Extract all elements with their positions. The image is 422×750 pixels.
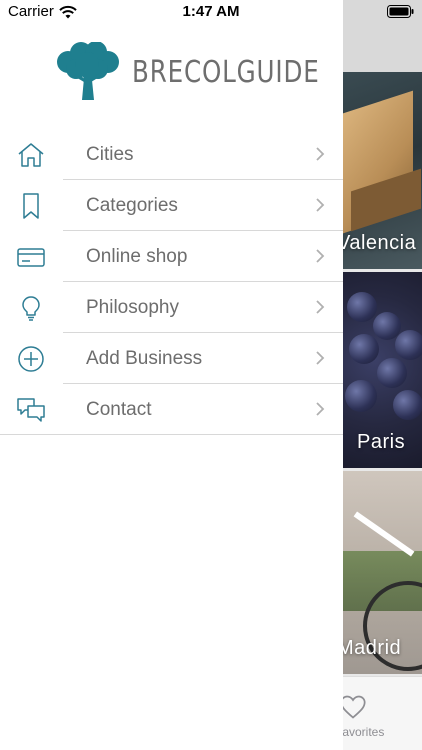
tab-bar: Favorites (335, 676, 422, 750)
home-icon (18, 143, 44, 167)
city-card-madrid[interactable]: Madrid (343, 471, 422, 674)
menu-item-label: Contact (86, 399, 152, 420)
chevron-right-icon (316, 198, 325, 212)
menu-item-online-shop[interactable]: Online shop (0, 231, 343, 282)
menu-item-cities[interactable]: Cities (0, 129, 343, 180)
menu-item-label: Philosophy (86, 297, 179, 318)
side-drawer: BRECOLGUIDE Cities Categories Online sho… (0, 0, 343, 750)
heart-icon[interactable] (339, 693, 367, 721)
grape-image (347, 292, 377, 322)
chevron-right-icon (316, 351, 325, 365)
grape-image (345, 380, 377, 412)
city-name: Paris (357, 431, 406, 453)
plus-circle-icon (18, 346, 44, 372)
brand-name: BRECOLGUIDE (132, 54, 320, 90)
chevron-right-icon (316, 402, 325, 416)
menu-item-label: Add Business (86, 348, 203, 369)
drawer-menu: Cities Categories Online shop Philosophy… (0, 129, 343, 435)
status-bar: Carrier 1:47 AM (0, 0, 422, 24)
menu-item-label: Categories (86, 195, 178, 216)
city-name: Valencia (343, 232, 417, 254)
divider (0, 434, 343, 435)
bookmark-icon (23, 193, 39, 219)
bicycle-frame-image (353, 511, 415, 557)
city-name: Madrid (343, 637, 402, 659)
chevron-right-icon (316, 147, 325, 161)
clock: 1:47 AM (182, 3, 240, 20)
grape-image (393, 390, 422, 420)
lightbulb-icon (22, 296, 40, 321)
chevron-right-icon (316, 300, 325, 314)
menu-item-label: Online shop (86, 246, 188, 267)
credit-card-icon (17, 248, 45, 267)
grape-image (349, 334, 379, 364)
grape-image (377, 358, 407, 388)
menu-item-label: Cities (86, 144, 134, 165)
city-card-paris[interactable]: Paris (343, 272, 422, 468)
menu-item-categories[interactable]: Categories (0, 180, 343, 231)
menu-item-philosophy[interactable]: Philosophy (0, 282, 343, 333)
menu-item-add-business[interactable]: Add Business (0, 333, 343, 384)
brand-logo: BRECOLGUIDE (54, 42, 361, 102)
menu-item-contact[interactable]: Contact (0, 384, 343, 435)
broccoli-icon (57, 42, 119, 100)
battery-icon (387, 5, 414, 18)
grape-image (395, 330, 422, 360)
chevron-right-icon (316, 249, 325, 263)
chat-bubbles-icon (17, 398, 45, 422)
screen: Valencia Paris Madrid Favorites Carrier … (0, 0, 422, 750)
